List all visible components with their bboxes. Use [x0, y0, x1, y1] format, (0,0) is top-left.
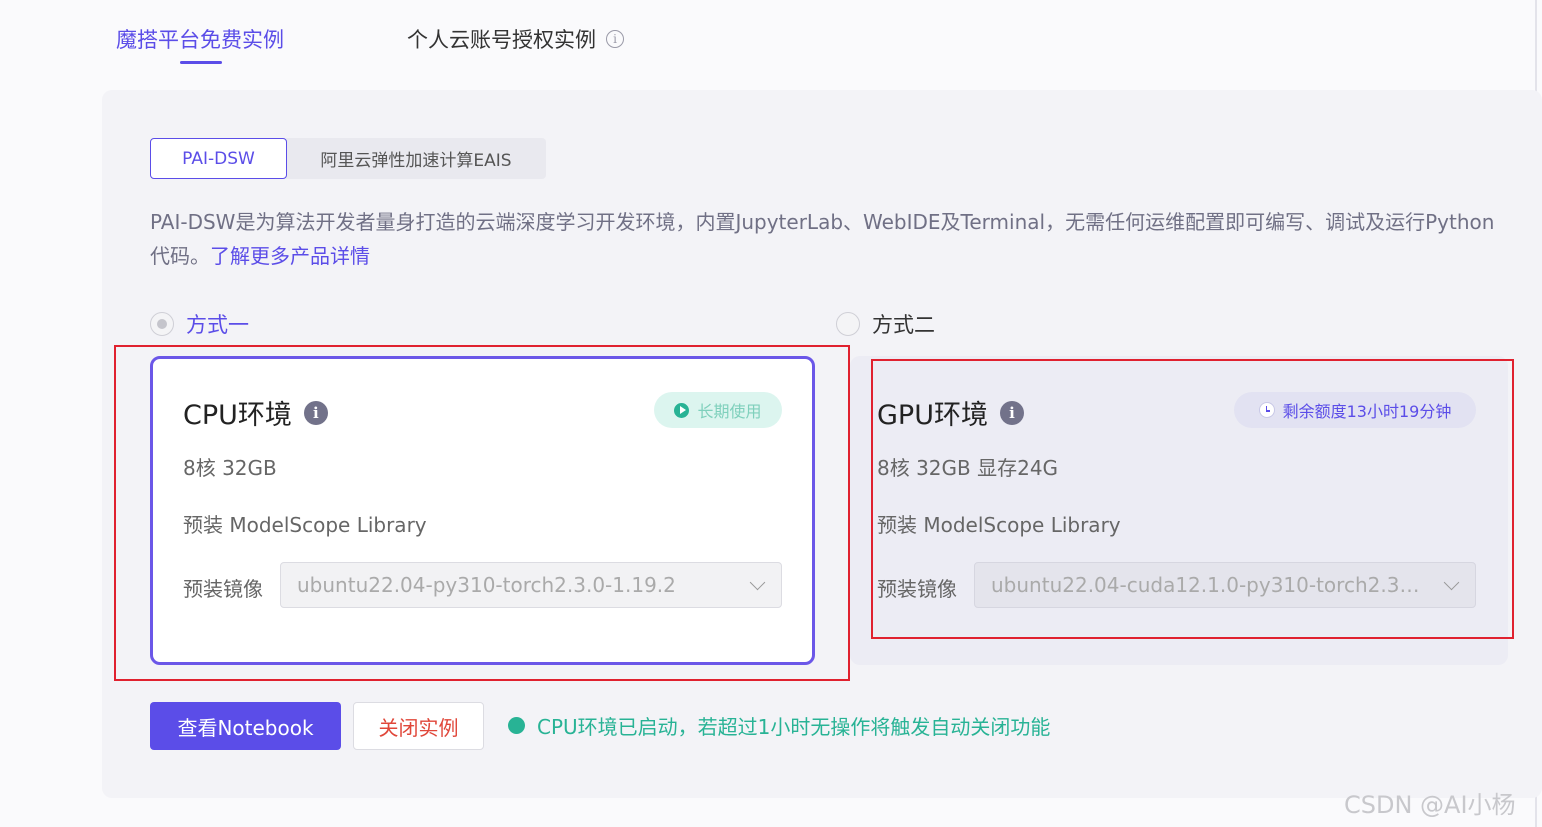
gpu-image-label: 预装镜像: [877, 577, 957, 601]
segment-pai-dsw[interactable]: PAI-DSW: [150, 138, 287, 179]
option-two-label: 方式二: [872, 313, 935, 337]
tab-active-indicator: [180, 61, 222, 64]
chevron-down-icon: [1443, 574, 1460, 591]
cpu-card-title: CPU环境 i: [183, 393, 328, 432]
instance-status: CPU环境已启动，若超过1小时无操作将触发自动关闭功能: [508, 711, 1050, 740]
tab-personal-label: 个人云账号授权实例: [407, 28, 596, 52]
learn-more-link[interactable]: 了解更多产品详情: [210, 244, 370, 268]
cpu-library: 预装 ModelScope Library: [183, 513, 427, 537]
cpu-image-select[interactable]: ubuntu22.04-py310-torch2.3.0-1.19.2: [280, 562, 782, 608]
segment-eais[interactable]: 阿里云弹性加速计算EAIS: [286, 138, 546, 179]
clock-icon: [1258, 402, 1275, 418]
quota-badge: 剩余额度13小时19分钟: [1234, 392, 1476, 428]
info-icon[interactable]: i: [999, 400, 1024, 425]
quota-badge-text: 剩余额度13小时19分钟: [1282, 402, 1452, 421]
option-one[interactable]: 方式一: [150, 309, 249, 339]
chevron-down-icon: [749, 574, 766, 591]
gpu-card-title: GPU环境 i: [877, 393, 1024, 432]
status-text: CPU环境已启动，若超过1小时无操作将触发自动关闭功能: [537, 715, 1051, 739]
product-description: PAI-DSW是为算法开发者量身打造的云端深度学习开发环境，内置JupyterL…: [150, 205, 1500, 273]
info-icon[interactable]: i: [303, 400, 328, 425]
option-one-label: 方式一: [186, 313, 249, 337]
gpu-title-text: GPU环境: [877, 400, 988, 431]
status-dot-icon: [508, 717, 525, 734]
gpu-spec: 8核 32GB 显存24G: [877, 456, 1059, 480]
long-term-badge-text: 长期使用: [697, 402, 762, 421]
gpu-image-value: ubuntu22.04-cuda12.1.0-py310-torch2.3...…: [991, 573, 1421, 597]
cpu-image-value: ubuntu22.04-py310-torch2.3.0-1.19.2: [297, 573, 676, 597]
gpu-image-select[interactable]: ubuntu22.04-cuda12.1.0-py310-torch2.3...…: [974, 562, 1476, 608]
close-instance-button[interactable]: 关闭实例: [353, 702, 484, 750]
view-notebook-button[interactable]: 查看Notebook: [150, 702, 341, 750]
cpu-spec: 8核 32GB: [183, 456, 277, 480]
option-two[interactable]: 方式二: [836, 309, 935, 339]
info-icon[interactable]: i: [606, 30, 624, 48]
tab-personal-instance[interactable]: 个人云账号授权实例 i: [407, 24, 624, 54]
radio-option-one[interactable]: [150, 312, 174, 336]
play-icon: [674, 402, 690, 418]
long-term-badge: 长期使用: [654, 392, 782, 428]
gpu-library: 预装 ModelScope Library: [877, 513, 1121, 537]
radio-option-two[interactable]: [836, 312, 860, 336]
tab-free-instance[interactable]: 魔搭平台免费实例: [116, 24, 284, 54]
cpu-image-label: 预装镜像: [183, 577, 263, 601]
cpu-title-text: CPU环境: [183, 400, 292, 431]
watermark: CSDN @AI小杨: [1344, 791, 1516, 819]
